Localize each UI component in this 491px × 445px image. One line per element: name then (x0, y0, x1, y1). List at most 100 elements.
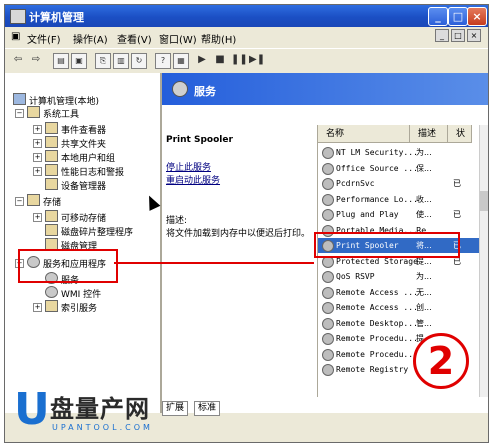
app-window: 计算机管理 _ □ × ▣ 文件(F) 操作(A) 查看(V) 窗口(W) 帮助… (4, 4, 489, 443)
expand-icon[interactable]: + (33, 213, 42, 222)
service-gear-icon (322, 209, 334, 221)
menu-action[interactable]: 操作(A) (73, 31, 108, 46)
menu-view[interactable]: 查看(V) (117, 31, 152, 46)
expand-icon[interactable]: + (33, 303, 42, 312)
service-name: QoS RSVP (336, 272, 375, 281)
service-row[interactable]: Remote Access ... 无... (318, 285, 488, 300)
pointer-line (114, 262, 314, 264)
export-icon[interactable]: ▦ (173, 53, 189, 69)
tree-item-local-users[interactable]: 本地用户和组 (45, 150, 115, 164)
tree-item-event-viewer[interactable]: 事件查看器 (45, 122, 106, 136)
menu-help[interactable]: 帮助(H) (201, 31, 236, 46)
tree-item-system-tools[interactable]: 系统工具 (27, 106, 79, 120)
properties-icon[interactable]: ▥ (113, 53, 129, 69)
file-menu-icon[interactable]: ▣ (11, 31, 20, 42)
event-viewer-icon (45, 122, 58, 134)
stop-icon[interactable]: ■ (213, 53, 227, 67)
tree-item-disk-defrag[interactable]: 磁盘碎片整理程序 (45, 224, 133, 238)
copy-icon[interactable]: ⎘ (95, 53, 111, 69)
minimize-button[interactable]: _ (428, 7, 448, 26)
mdi-maximize-button[interactable]: □ (451, 29, 465, 42)
help-icon[interactable]: ? (155, 53, 171, 69)
tree-item-indexing-service[interactable]: 索引服务 (45, 300, 97, 314)
back-icon[interactable]: ⇦ (11, 53, 25, 67)
service-gear-icon (322, 286, 334, 299)
service-name: Remote Access ... (336, 303, 418, 312)
service-name: NT LM Security... (336, 148, 418, 157)
collapse-icon[interactable]: − (15, 197, 24, 206)
shared-folder-icon (45, 136, 58, 148)
service-description: 将文件加载到内存中以便迟后打印。 (166, 229, 311, 239)
forward-icon[interactable]: ⇨ (29, 53, 43, 67)
console-tree: 计算机管理(本地) − 系统工具 + 事件查看器 + 共享文件夹 + 本地用户和… (5, 73, 162, 413)
service-gear-icon (322, 348, 334, 361)
watermark-url: UPANTOOL.COM (52, 423, 153, 432)
expand-icon[interactable]: + (33, 125, 42, 134)
column-name[interactable]: 名称 (318, 125, 410, 143)
service-name: Remote Registry (336, 365, 409, 374)
service-name: Remote Desktop... (336, 318, 418, 328)
tree-item-removable-storage[interactable]: 可移动存储 (45, 210, 106, 224)
highlight-box-print-spooler (314, 232, 460, 258)
restart-icon[interactable]: ▶❚ (249, 53, 265, 67)
mdi-minimize-button[interactable]: _ (435, 29, 449, 42)
pane-header: 服务 (162, 73, 488, 105)
up-folder-icon[interactable]: ▤ (53, 53, 69, 69)
service-name: Performance Lo... (336, 194, 418, 204)
title-bar[interactable]: 计算机管理 _ □ × (5, 5, 488, 27)
column-status[interactable]: 状 (448, 125, 472, 143)
expand-icon[interactable]: + (33, 139, 42, 148)
maximize-button[interactable]: □ (448, 7, 468, 26)
service-gear-icon (322, 162, 334, 175)
removable-storage-icon (45, 210, 58, 222)
service-description-cell: 管... (416, 318, 432, 328)
service-gear-icon (322, 271, 334, 283)
pane-title: 服务 (194, 85, 216, 98)
watermark-brand: 盘量产网 (50, 395, 150, 423)
menu-file[interactable]: 文件(F) (27, 31, 61, 46)
menu-window[interactable]: 窗口(W) (159, 31, 197, 46)
computer-management-icon (10, 9, 26, 24)
tab-standard[interactable]: 标准 (194, 401, 221, 416)
computer-icon (13, 93, 26, 105)
service-row[interactable]: Plug and Play 使... 已 (318, 207, 488, 222)
service-description-cell: 为... (416, 272, 432, 281)
indexing-icon (45, 300, 58, 312)
service-row[interactable]: NT LM Security... 为... (318, 145, 488, 160)
tree-item-shared-folders[interactable]: 共享文件夹 (45, 136, 106, 150)
tree-item-device-manager[interactable]: 设备管理器 (45, 178, 106, 192)
service-row[interactable]: QoS RSVP 为... (318, 269, 488, 284)
column-description[interactable]: 描述 (410, 125, 448, 143)
storage-icon (27, 194, 40, 206)
vertical-scrollbar[interactable] (479, 125, 488, 397)
tree-item-performance-logs[interactable]: 性能日志和警报 (45, 164, 124, 178)
expand-icon[interactable]: + (33, 153, 42, 162)
service-row[interactable]: Office Source ... 保... (318, 161, 488, 176)
service-row[interactable]: Performance Lo... 收... (318, 192, 488, 207)
service-description-cell: 为... (416, 148, 432, 157)
service-name: PcdrnSvc (336, 179, 375, 188)
scrollbar-thumb[interactable] (480, 191, 488, 211)
service-row[interactable]: PcdrnSvc 已 (318, 176, 488, 191)
expand-icon[interactable]: + (33, 167, 42, 176)
close-button[interactable]: × (467, 7, 487, 26)
service-row[interactable]: Remote Access ... 创... (318, 300, 488, 315)
tools-icon (27, 106, 40, 118)
service-description-cell: 创... (416, 303, 432, 312)
play-icon[interactable]: ▶ (195, 53, 209, 67)
users-icon (45, 150, 58, 162)
tree-item-wmi-control[interactable]: WMI 控件 (45, 286, 101, 300)
service-status-cell: 已 (453, 210, 461, 219)
service-name: Office Source ... (336, 163, 418, 173)
stop-service-link[interactable]: 停止此服务 (166, 160, 211, 173)
step-number-badge: 2 (413, 333, 469, 389)
mdi-close-button[interactable]: × (467, 29, 481, 42)
tree-root[interactable]: 计算机管理(本地) (13, 93, 99, 107)
refresh-icon[interactable]: ↻ (131, 53, 147, 69)
show-tree-icon[interactable]: ▣ (71, 53, 87, 69)
tree-item-storage[interactable]: 存储 (27, 194, 61, 208)
restart-service-link[interactable]: 重启动此服务 (166, 173, 220, 186)
collapse-icon[interactable]: − (15, 109, 24, 118)
service-row[interactable]: Remote Desktop... 管... (318, 316, 488, 331)
pause-icon[interactable]: ❚❚ (231, 53, 248, 67)
